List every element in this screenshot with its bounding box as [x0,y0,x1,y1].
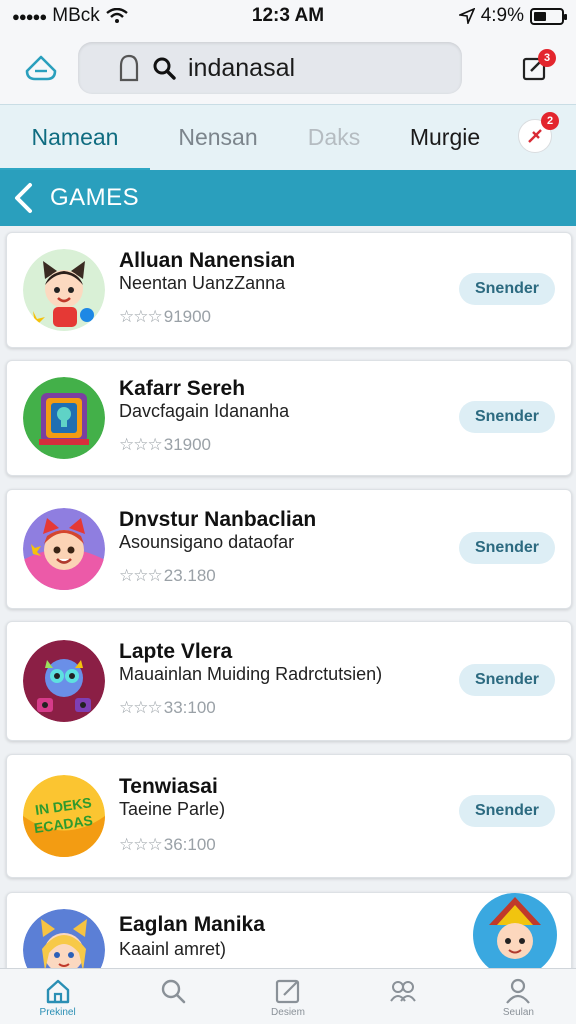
tab-namean[interactable]: Namean [0,105,150,171]
app-icon [23,377,105,459]
app-action-button[interactable]: Snender [459,795,555,827]
nav-compose-label: Desiem [271,1007,305,1018]
app-name: Lapte Vlera [119,640,233,663]
rating-count: 36:100 [163,835,216,854]
tab-bar: Namean Nensan Daks Murgie 2 [0,104,576,171]
star-rating-icon: ☆☆☆ [119,566,163,585]
carrier-label: MBck [52,5,100,26]
tab-nensan[interactable]: Nensan [150,105,286,171]
app-action-button[interactable]: Snender [459,273,555,305]
star-rating-icon: ☆☆☆ [119,835,163,854]
pin-button[interactable]: 2 [518,112,559,153]
list-item[interactable]: Dnvstur Nanbaclian Asounsigano dataofar … [6,489,572,609]
search-box[interactable] [78,42,462,94]
app-icon [23,640,105,722]
app-rating: ☆☆☆ 36:100 [119,835,216,855]
section-title: GAMES [50,184,140,211]
compose-badge: 3 [538,49,556,67]
compose-button[interactable]: 3 [512,45,558,91]
friends-icon [390,981,417,1002]
profile-icon [506,978,531,1004]
home-logo-button[interactable] [18,45,64,91]
bottom-nav: Prekinel Desiem Seulan [0,968,576,1024]
app-description: Taeine Parle) [119,799,226,819]
app-description: Mauainlan Muiding Radrctutsien) [119,664,383,684]
app-description: Kaainl amret) [119,939,227,959]
status-bar: ●●●●● MBck 12:3 AM 4:9% [0,0,576,32]
nav-friends[interactable] [346,969,461,1024]
app-description: Asounsigano dataofar [119,532,295,552]
app-name: Alluan Nanensian [119,249,296,272]
star-rating-icon: ☆☆☆ [119,698,163,717]
location-icon [458,8,475,24]
search-header: 3 [0,32,576,104]
nav-home-label: Prekinel [39,1007,76,1018]
nav-profile[interactable]: Seulan [461,969,576,1024]
status-time: 12:3 AM [251,5,325,26]
rating-count: 91900 [163,307,212,326]
app-rating: ☆☆☆ 91900 [119,307,211,327]
nav-profile-label: Seulan [502,1007,534,1018]
list-item[interactable]: Lapte Vlera Mauainlan Muiding Radrctutsi… [6,621,572,741]
app-action-button[interactable]: Snender [459,664,555,696]
status-left: ●●●●● MBck [12,5,128,27]
rating-count: 31900 [163,435,212,454]
pin-badge: 2 [541,112,559,130]
status-right: 4:9% [458,5,567,27]
star-rating-icon: ☆☆☆ [119,435,163,454]
compose-icon [275,979,300,1004]
app-description: Neentan UanzZanna [119,273,286,293]
section-header: GAMES [0,170,576,226]
signal-icon: ●●●●● [12,8,47,24]
list-item[interactable]: IN DEKS ECADAS Tenwiasai Taeine Parle) ☆☆… [6,754,572,878]
search-icon [161,979,186,1004]
app-description: Davcfagain Idananha [119,401,290,421]
tab-daks[interactable]: Daks [286,105,382,171]
pin-icon [528,129,542,143]
app-action-button[interactable]: Snender [459,532,555,564]
list-item[interactable]: Alluan Nanensian Neentan UanzZanna ☆☆☆ 91… [6,232,572,348]
app-icon: IN DEKS ECADAS [23,775,105,857]
battery-percent: 4:9% [480,5,524,26]
lock-shield-icon [119,54,139,82]
wifi-icon [106,8,128,23]
rating-count: 23.180 [163,566,216,585]
search-input[interactable] [188,53,388,83]
nav-search[interactable] [115,969,230,1024]
star-rating-icon: ☆☆☆ [119,307,163,326]
app-icon [23,249,105,331]
app-rating: ☆☆☆ 31900 [119,435,211,455]
list-item[interactable]: Kafarr Sereh Davcfagain Idananha ☆☆☆ 3190… [6,360,572,476]
app-icon [23,508,105,590]
rating-count: 33:100 [163,698,216,717]
app-name: Dnvstur Nanbaclian [119,508,317,531]
home-icon [46,979,69,1004]
app-name: Eaglan Manika [119,913,265,936]
battery-icon [530,7,567,25]
tab-murgie[interactable]: Murgie [382,105,508,171]
search-icon [153,57,176,80]
app-action-button[interactable]: Snender [459,401,555,433]
app-name: Kafarr Sereh [119,377,246,400]
nav-home[interactable]: Prekinel [0,969,115,1024]
app-rating: ☆☆☆ 33:100 [119,698,216,718]
nav-compose[interactable]: Desiem [230,969,345,1024]
app-rating: ☆☆☆ 23.180 [119,566,216,586]
cloud-logo-icon [25,55,57,81]
app-name: Tenwiasai [119,775,218,798]
featured-game-icon [469,891,561,977]
back-chevron-icon[interactable] [12,182,34,214]
